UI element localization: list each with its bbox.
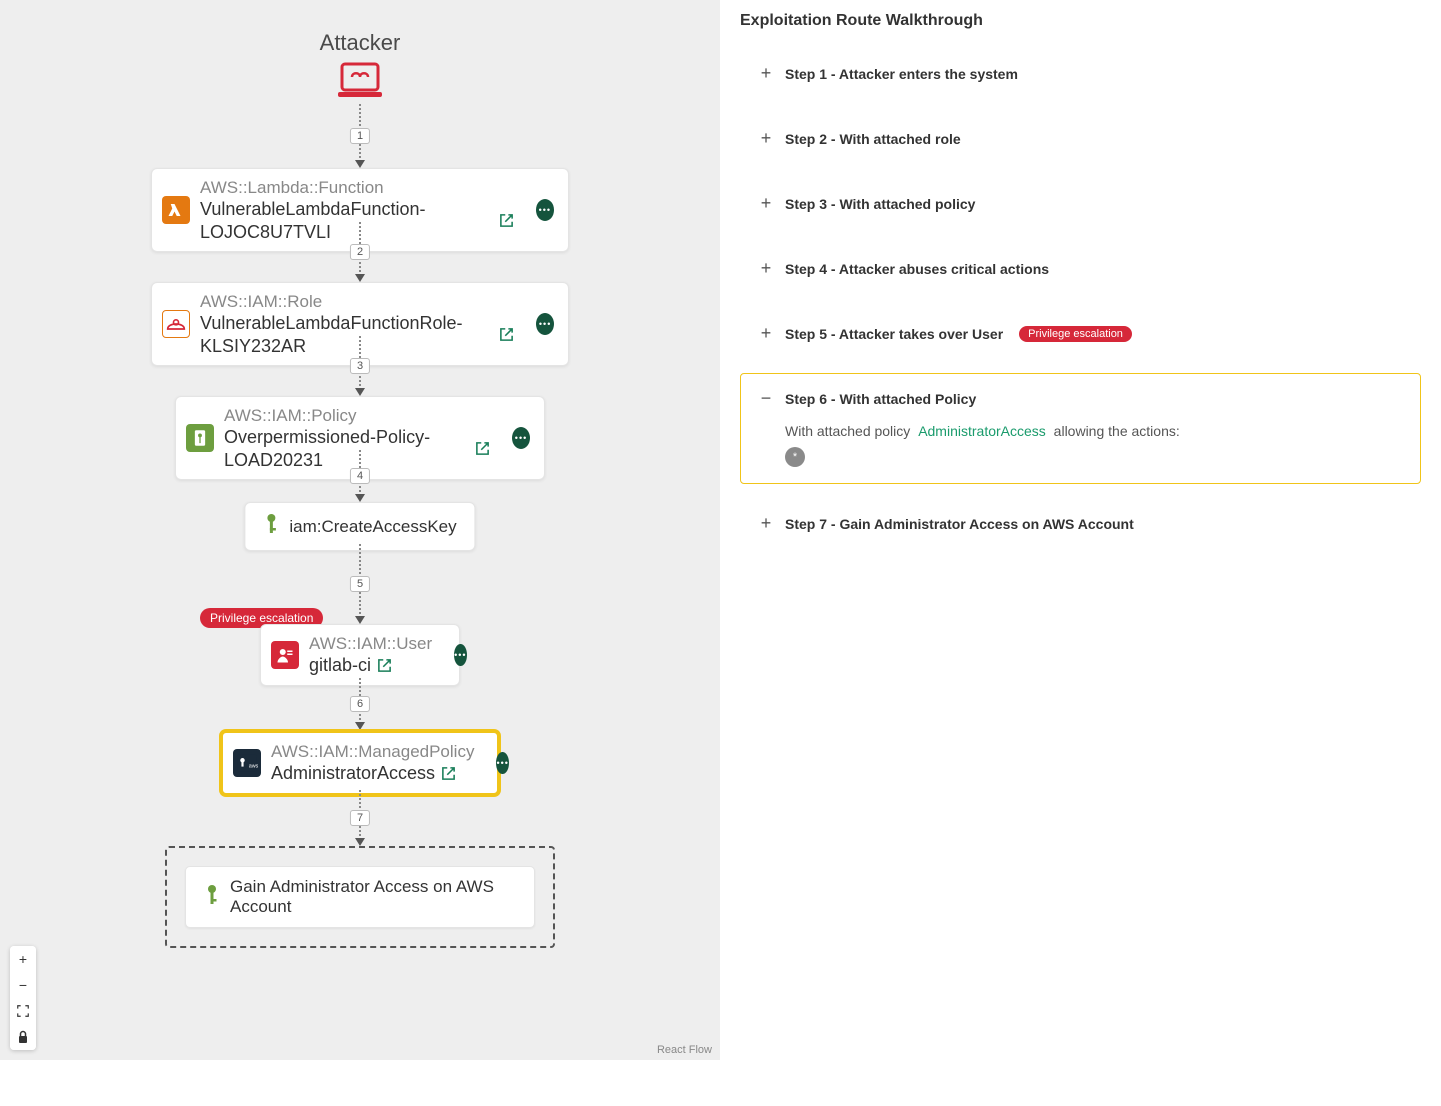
node-more-button[interactable] [536,199,554,221]
attacker-label: Attacker [320,30,401,56]
step-3-header[interactable]: + Step 3 - With attached policy [741,179,1420,228]
privilege-escalation-badge: Privilege escalation [1019,326,1132,342]
step-6-body: With attached policy AdministratorAccess… [741,423,1420,467]
key-icon [204,884,220,911]
step-3: + Step 3 - With attached policy [740,178,1421,229]
step-6: − Step 6 - With attached Policy With att… [740,373,1421,484]
plus-icon: + [759,193,773,214]
step-4: + Step 4 - Attacker abuses critical acti… [740,243,1421,294]
node-type: AWS::Lambda::Function [200,177,514,198]
node-type: AWS::IAM::Policy [224,405,490,426]
step-6-body-suffix: allowing the actions: [1054,423,1180,439]
step-6-body-prefix: With attached policy [785,423,910,439]
managed-policy-icon: aws [233,749,261,777]
lambda-icon [162,196,190,224]
step-2-title: Step 2 - With attached role [785,131,961,147]
edge-2-arrow [355,274,365,282]
node-iam-user[interactable]: AWS::IAM::User gitlab-ci [260,624,460,686]
external-link-icon[interactable] [499,213,514,228]
step-1: + Step 1 - Attacker enters the system [740,48,1421,99]
edge-6-label: 6 [350,696,370,712]
node-name: AdministratorAccess [271,762,435,785]
goal-text: Gain Administrator Access on AWS Account [230,877,516,917]
flow-controls: + − [10,946,36,1050]
edge-1-label: 1 [350,128,370,144]
step-2: + Step 2 - With attached role [740,113,1421,164]
edge-6-arrow [355,722,365,730]
node-type: AWS::IAM::ManagedPolicy [271,741,474,762]
policy-icon [186,424,214,452]
key-icon [263,513,279,540]
step-4-header[interactable]: + Step 4 - Attacker abuses critical acti… [741,244,1420,293]
step-7-title: Step 7 - Gain Administrator Access on AW… [785,516,1134,532]
edge-4-arrow [355,494,365,502]
node-more-button[interactable] [536,313,554,335]
edge-7-label: 7 [350,810,370,826]
edge-5-label: 5 [350,576,370,592]
plus-icon: + [759,63,773,84]
node-more-button[interactable] [454,644,466,666]
step-7: + Step 7 - Gain Administrator Access on … [740,498,1421,549]
node-more-button[interactable] [512,427,530,449]
lock-button[interactable] [10,1024,36,1050]
step-1-title: Step 1 - Attacker enters the system [785,66,1018,82]
step-6-title: Step 6 - With attached Policy [785,391,976,407]
step-4-title: Step 4 - Attacker abuses critical action… [785,261,1049,277]
fit-view-button[interactable] [10,998,36,1024]
attribution-label: React Flow [657,1044,712,1056]
user-icon [271,641,299,669]
edge-4-label: 4 [350,468,370,484]
attacker-icon [336,62,384,100]
action-chip[interactable]: * [785,447,805,467]
external-link-icon[interactable] [475,441,490,456]
plus-icon: + [759,323,773,344]
node-name: Overpermissioned-Policy-LOAD20231 [224,426,469,471]
external-link-icon[interactable] [377,658,392,673]
plus-icon: + [759,258,773,279]
node-name: VulnerableLambdaFunctionRole-KLSIY232AR [200,312,493,357]
zoom-in-button[interactable]: + [10,946,36,972]
plus-icon: + [759,128,773,149]
step-3-title: Step 3 - With attached policy [785,196,975,212]
node-name: gitlab-ci [309,654,371,677]
step-5: + Step 5 - Attacker takes over User Priv… [740,308,1421,359]
edge-1-arrow [355,160,365,168]
step-7-header[interactable]: + Step 7 - Gain Administrator Access on … [741,499,1420,548]
walkthrough-title: Exploitation Route Walkthrough [740,12,1421,30]
diagram-canvas[interactable]: Attacker 1 AWS::Lambda::Function Vulnera… [0,0,720,1060]
edge-7-arrow [355,838,365,846]
goal-node[interactable]: Gain Administrator Access on AWS Account [165,846,555,948]
role-icon [162,310,190,338]
node-name: iam:CreateAccessKey [289,517,456,537]
external-link-icon[interactable] [499,327,514,342]
step-5-title: Step 5 - Attacker takes over User [785,326,1003,342]
step-5-header[interactable]: + Step 5 - Attacker takes over User Priv… [741,309,1420,358]
minus-icon: − [759,388,773,409]
plus-icon: + [759,513,773,534]
walkthrough-panel: Exploitation Route Walkthrough + Step 1 … [720,0,1441,1106]
edge-3-label: 3 [350,358,370,374]
step-1-header[interactable]: + Step 1 - Attacker enters the system [741,49,1420,98]
flow-container: Attacker 1 AWS::Lambda::Function Vulnera… [0,0,720,1060]
step-2-header[interactable]: + Step 2 - With attached role [741,114,1420,163]
node-name: VulnerableLambdaFunction-LOJOC8U7TVLI [200,198,493,243]
edge-2-label: 2 [350,244,370,260]
svg-text:aws: aws [249,763,258,769]
step-6-header[interactable]: − Step 6 - With attached Policy [741,374,1420,423]
node-managed-policy[interactable]: aws AWS::IAM::ManagedPolicy Administrato… [220,730,500,796]
node-type: AWS::IAM::User [309,633,432,654]
external-link-icon[interactable] [441,766,456,781]
policy-link[interactable]: AdministratorAccess [918,423,1046,439]
node-more-button[interactable] [496,752,508,774]
zoom-out-button[interactable]: − [10,972,36,998]
edge-3-arrow [355,388,365,396]
node-type: AWS::IAM::Role [200,291,514,312]
edge-5-arrow [355,616,365,624]
